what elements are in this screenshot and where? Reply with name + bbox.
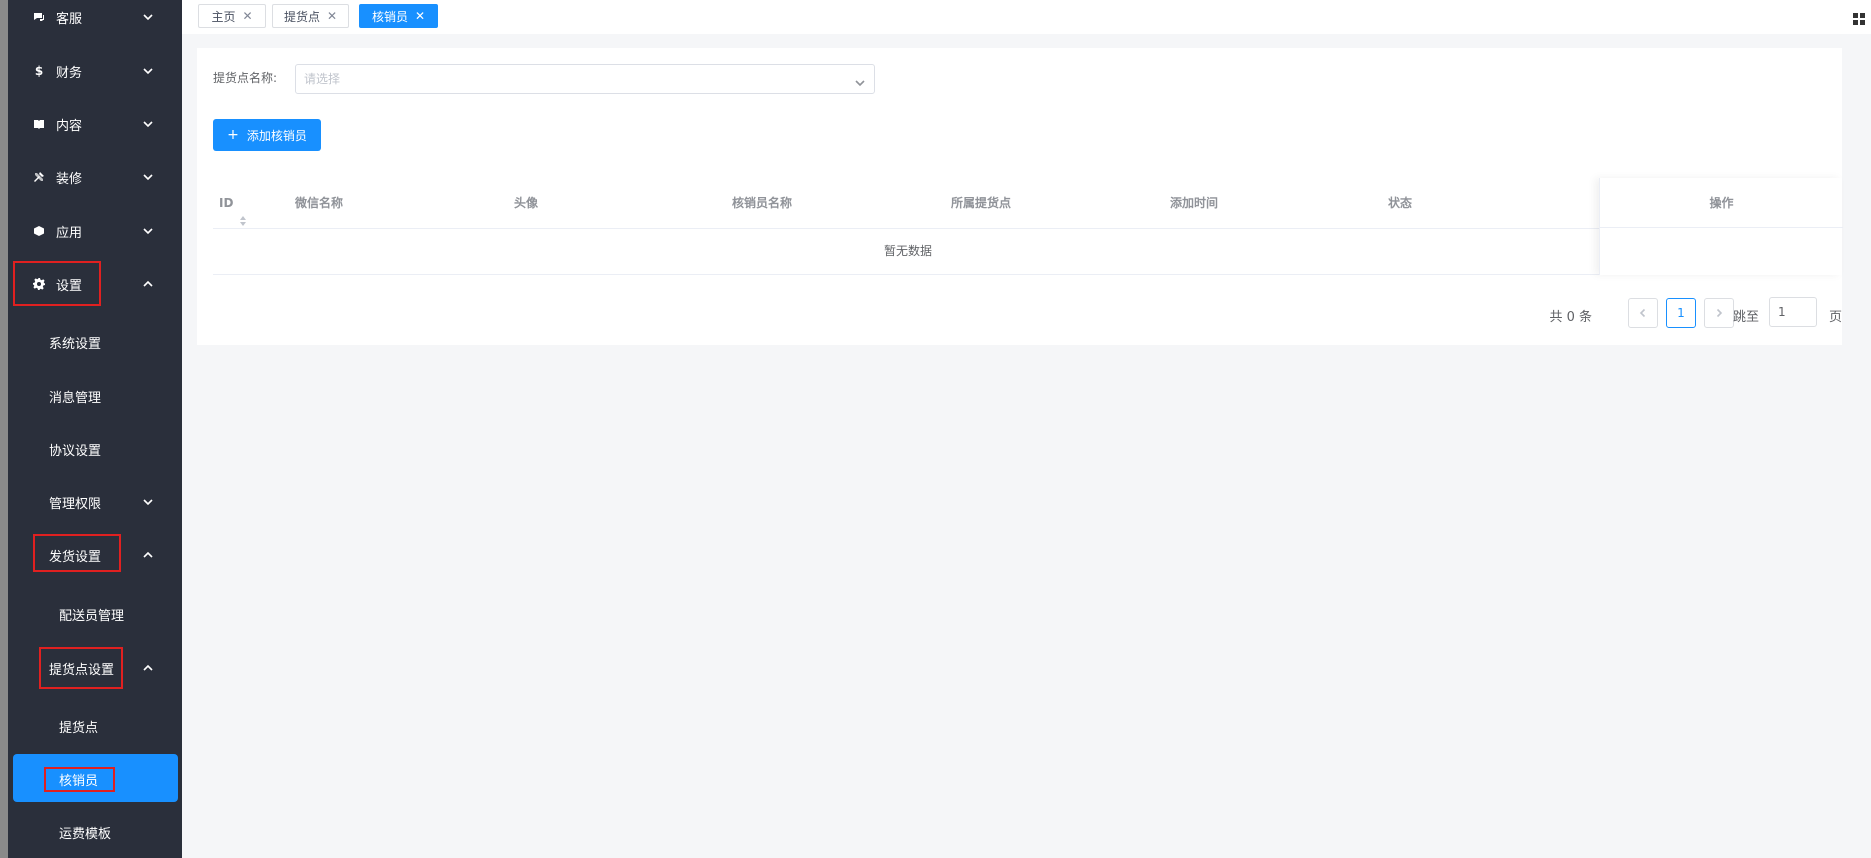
tab-verifiers[interactable]: 核销员 ✕ bbox=[359, 4, 438, 28]
sidebar-item-settings[interactable]: 设置 bbox=[8, 258, 182, 310]
close-icon[interactable]: ✕ bbox=[242, 9, 252, 23]
filter-label: 提货点名称: bbox=[213, 71, 278, 85]
sidebar-item-label: 消息管理 bbox=[49, 390, 102, 406]
sidebar-item-label: 配送员管理 bbox=[59, 608, 125, 624]
tab-bar: 主页 ✕ 提货点 ✕ 核销员 ✕ bbox=[182, 0, 1871, 34]
sidebar-item-label: 财务 bbox=[56, 65, 83, 81]
chevron-down-icon bbox=[142, 118, 154, 130]
sidebar-item-label: 提货点 bbox=[59, 720, 99, 736]
sidebar: 客服 $ 财务 内容 装修 应用 设置 系统设置 消息管理 协议设置 管理权限 bbox=[8, 0, 182, 858]
sidebar-item-label: 发货设置 bbox=[49, 549, 102, 565]
chevron-left-icon bbox=[1639, 308, 1646, 318]
sidebar-item-admin-permissions[interactable]: 管理权限 bbox=[8, 476, 182, 528]
tab-label: 核销员 bbox=[371, 9, 408, 24]
content-card: 提货点名称: + 添加核销员 ID 微信名称 头像 核销员名称 所属提货点 添加… bbox=[197, 48, 1843, 345]
chevron-down-icon bbox=[142, 65, 154, 77]
prev-page-button[interactable] bbox=[1628, 298, 1658, 328]
sidebar-item-content[interactable]: 内容 bbox=[8, 98, 182, 150]
pagination-jump-label: 跳至 bbox=[1732, 310, 1759, 325]
page-1-button[interactable]: 1 bbox=[1666, 298, 1696, 328]
sidebar-item-label: 设置 bbox=[56, 278, 83, 294]
next-page-button[interactable] bbox=[1704, 298, 1734, 328]
book-icon bbox=[32, 117, 46, 131]
sidebar-item-shipping-settings[interactable]: 发货设置 bbox=[8, 529, 182, 581]
chevron-up-icon bbox=[142, 278, 154, 290]
tab-label: 提货点 bbox=[283, 9, 320, 24]
chevron-down-icon bbox=[142, 496, 154, 508]
chat-icon bbox=[32, 10, 46, 24]
sidebar-item-shipping-templates[interactable]: 运费模板 bbox=[8, 806, 182, 858]
chevron-down-icon bbox=[142, 171, 154, 183]
sidebar-item-label: 客服 bbox=[56, 11, 83, 27]
sidebar-item-apps[interactable]: 应用 bbox=[8, 205, 182, 257]
sidebar-item-system-settings[interactable]: 系统设置 bbox=[8, 316, 182, 368]
sidebar-item-finance[interactable]: $ 财务 bbox=[8, 45, 182, 97]
sidebar-item-label: 装修 bbox=[56, 171, 83, 187]
chevron-up-icon bbox=[142, 662, 154, 674]
chevron-down-icon bbox=[142, 225, 154, 237]
sidebar-item-label: 内容 bbox=[56, 118, 83, 134]
chevron-right-icon bbox=[1716, 308, 1723, 318]
chevron-down-icon bbox=[142, 11, 154, 23]
plus-icon: + bbox=[227, 127, 239, 143]
fixed-operation-column: 操作 bbox=[1599, 178, 1843, 275]
sidebar-item-label: 系统设置 bbox=[49, 336, 102, 352]
column-header-wechat-name: 微信名称 bbox=[295, 196, 344, 210]
column-header-avatar: 头像 bbox=[514, 196, 539, 210]
pickup-point-select-input[interactable] bbox=[304, 71, 844, 87]
sidebar-item-agreement-settings[interactable]: 协议设置 bbox=[8, 423, 182, 475]
sort-icon[interactable] bbox=[239, 198, 247, 226]
sidebar-item-label: 提货点设置 bbox=[49, 662, 115, 678]
pagination-total: 共 0 条 bbox=[1549, 310, 1592, 325]
sidebar-item-courier-management[interactable]: 配送员管理 bbox=[8, 588, 182, 640]
pagination: 共 0 条 1 跳至 页 bbox=[197, 297, 1842, 330]
sidebar-item-verifiers[interactable]: 核销员 bbox=[8, 753, 182, 805]
window-edge bbox=[0, 0, 8, 858]
table-empty-text: 暂无数据 bbox=[883, 244, 932, 258]
grid-menu-icon[interactable] bbox=[1853, 10, 1865, 25]
cube-icon bbox=[32, 224, 46, 238]
column-header-verifier-name: 核销员名称 bbox=[732, 196, 793, 210]
pickup-point-select[interactable] bbox=[295, 64, 875, 94]
sidebar-item-pickup-settings[interactable]: 提货点设置 bbox=[8, 642, 182, 694]
sidebar-item-label: 应用 bbox=[56, 225, 83, 241]
sidebar-item-decoration[interactable]: 装修 bbox=[8, 151, 182, 203]
tab-home[interactable]: 主页 ✕ bbox=[198, 4, 266, 28]
column-header-status: 状态 bbox=[1388, 196, 1413, 210]
sidebar-item-customer-service[interactable]: 客服 bbox=[8, 0, 182, 43]
sidebar-item-label: 管理权限 bbox=[49, 496, 102, 512]
chevron-down-icon bbox=[854, 74, 866, 87]
sidebar-item-pickup-points[interactable]: 提货点 bbox=[8, 700, 182, 752]
table-bottom-divider bbox=[213, 274, 1842, 275]
close-icon[interactable]: ✕ bbox=[327, 9, 337, 23]
column-header-added-time: 添加时间 bbox=[1170, 196, 1219, 210]
sidebar-item-label: 协议设置 bbox=[49, 443, 102, 459]
pagination-page-suffix: 页 bbox=[1828, 310, 1842, 325]
column-header-pickup-point: 所属提货点 bbox=[951, 196, 1012, 210]
page-jump-input[interactable] bbox=[1769, 297, 1817, 327]
close-icon[interactable]: ✕ bbox=[415, 9, 425, 23]
add-verifier-button-label: 添加核销员 bbox=[246, 128, 307, 143]
dollar-icon: $ bbox=[34, 64, 44, 78]
tools-icon bbox=[32, 170, 46, 184]
column-header-operation: 操作 bbox=[1600, 178, 1843, 228]
add-verifier-button[interactable]: + 添加核销员 bbox=[213, 119, 321, 151]
sidebar-item-message-management[interactable]: 消息管理 bbox=[8, 370, 182, 422]
column-header-id[interactable]: ID bbox=[219, 178, 247, 228]
tab-label: 主页 bbox=[211, 9, 236, 24]
chevron-up-icon bbox=[142, 549, 154, 561]
tab-pickup-points[interactable]: 提货点 ✕ bbox=[272, 4, 349, 28]
verifier-table: ID 微信名称 头像 核销员名称 所属提货点 添加时间 状态 暂无数据 操作 bbox=[213, 178, 1843, 275]
sidebar-item-label: 核销员 bbox=[59, 773, 99, 789]
sidebar-item-label: 运费模板 bbox=[59, 826, 112, 842]
gear-icon bbox=[32, 277, 46, 291]
